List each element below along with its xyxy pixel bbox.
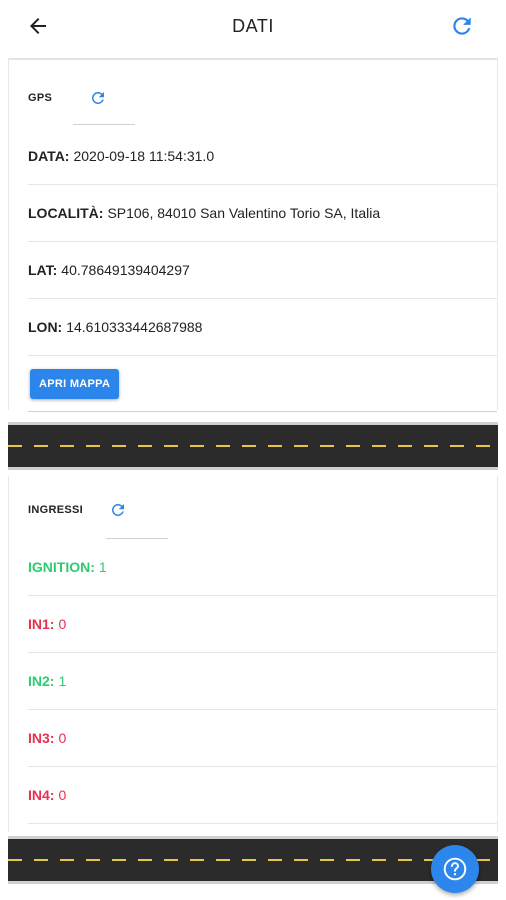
row-value: 0 — [58, 616, 67, 632]
row-value: 0 — [58, 787, 67, 803]
row-key: IN2: — [28, 673, 55, 689]
row-key: IN4: — [28, 787, 55, 803]
page-title: DATI — [232, 15, 274, 36]
road-divider — [8, 836, 498, 884]
input-row-in2: IN2: 1 — [28, 653, 497, 710]
inputs-refresh-button[interactable] — [106, 498, 130, 522]
row-value: 14.610333442687988 — [66, 319, 203, 335]
refresh-icon — [453, 17, 471, 35]
arrow-left-icon — [30, 18, 46, 34]
input-row-in1: IN1: 0 — [28, 596, 497, 653]
row-key: LOCALITÀ: — [28, 205, 104, 221]
gps-section-header: GPS — [28, 86, 110, 110]
road-lane-marking — [8, 859, 498, 861]
gps-row-location: LOCALITÀ: SP106, 84010 San Valentino Tor… — [28, 185, 497, 242]
gps-row-lon: LON: 14.610333442687988 — [28, 299, 497, 356]
road-divider — [8, 422, 498, 470]
inputs-section-label: INGRESSI — [28, 504, 83, 516]
row-key: IGNITION: — [28, 559, 95, 575]
gps-tab-underline — [73, 124, 135, 125]
input-row-ignition: IGNITION: 1 — [28, 539, 497, 596]
input-row-in4: IN4: 0 — [28, 767, 497, 824]
refresh-icon — [92, 91, 105, 104]
row-value: SP106, 84010 San Valentino Torio SA, Ita… — [107, 205, 381, 221]
inputs-card: INGRESSI IGNITION: 1 IN1: 0 IN2: 1 IN3: … — [8, 476, 498, 832]
gps-card: GPS DATA: 2020-09-18 11:54:31.0 LOCALITÀ… — [8, 58, 498, 412]
input-row-in3: IN3: 0 — [28, 710, 497, 767]
refresh-button[interactable] — [446, 10, 478, 42]
row-key: IN1: — [28, 616, 55, 632]
row-value: 1 — [58, 673, 67, 689]
inputs-section-header: INGRESSI — [28, 498, 130, 522]
row-value: 40.78649139404297 — [61, 262, 190, 278]
row-key: LON: — [28, 319, 63, 335]
open-map-button[interactable]: APRI MAPPA — [30, 369, 120, 399]
gps-bottom-divider — [28, 411, 497, 412]
row-value: 1 — [98, 559, 107, 575]
row-key: DATA: — [28, 148, 70, 164]
row-key: IN3: — [28, 730, 55, 746]
gps-refresh-button[interactable] — [86, 86, 110, 110]
row-value: 0 — [58, 730, 67, 746]
row-key: LAT: — [28, 262, 58, 278]
row-value: 2020-09-18 11:54:31.0 — [73, 148, 215, 164]
gps-row-lat: LAT: 40.78649139404297 — [28, 242, 497, 299]
road-lane-marking — [8, 445, 498, 447]
gps-row-data: DATA: 2020-09-18 11:54:31.0 — [28, 128, 497, 185]
back-button[interactable] — [22, 10, 54, 42]
app-header: DATI — [0, 0, 506, 52]
help-button[interactable] — [431, 845, 479, 893]
gps-section-label: GPS — [28, 92, 53, 104]
refresh-icon — [111, 504, 124, 516]
help-icon — [443, 857, 467, 881]
